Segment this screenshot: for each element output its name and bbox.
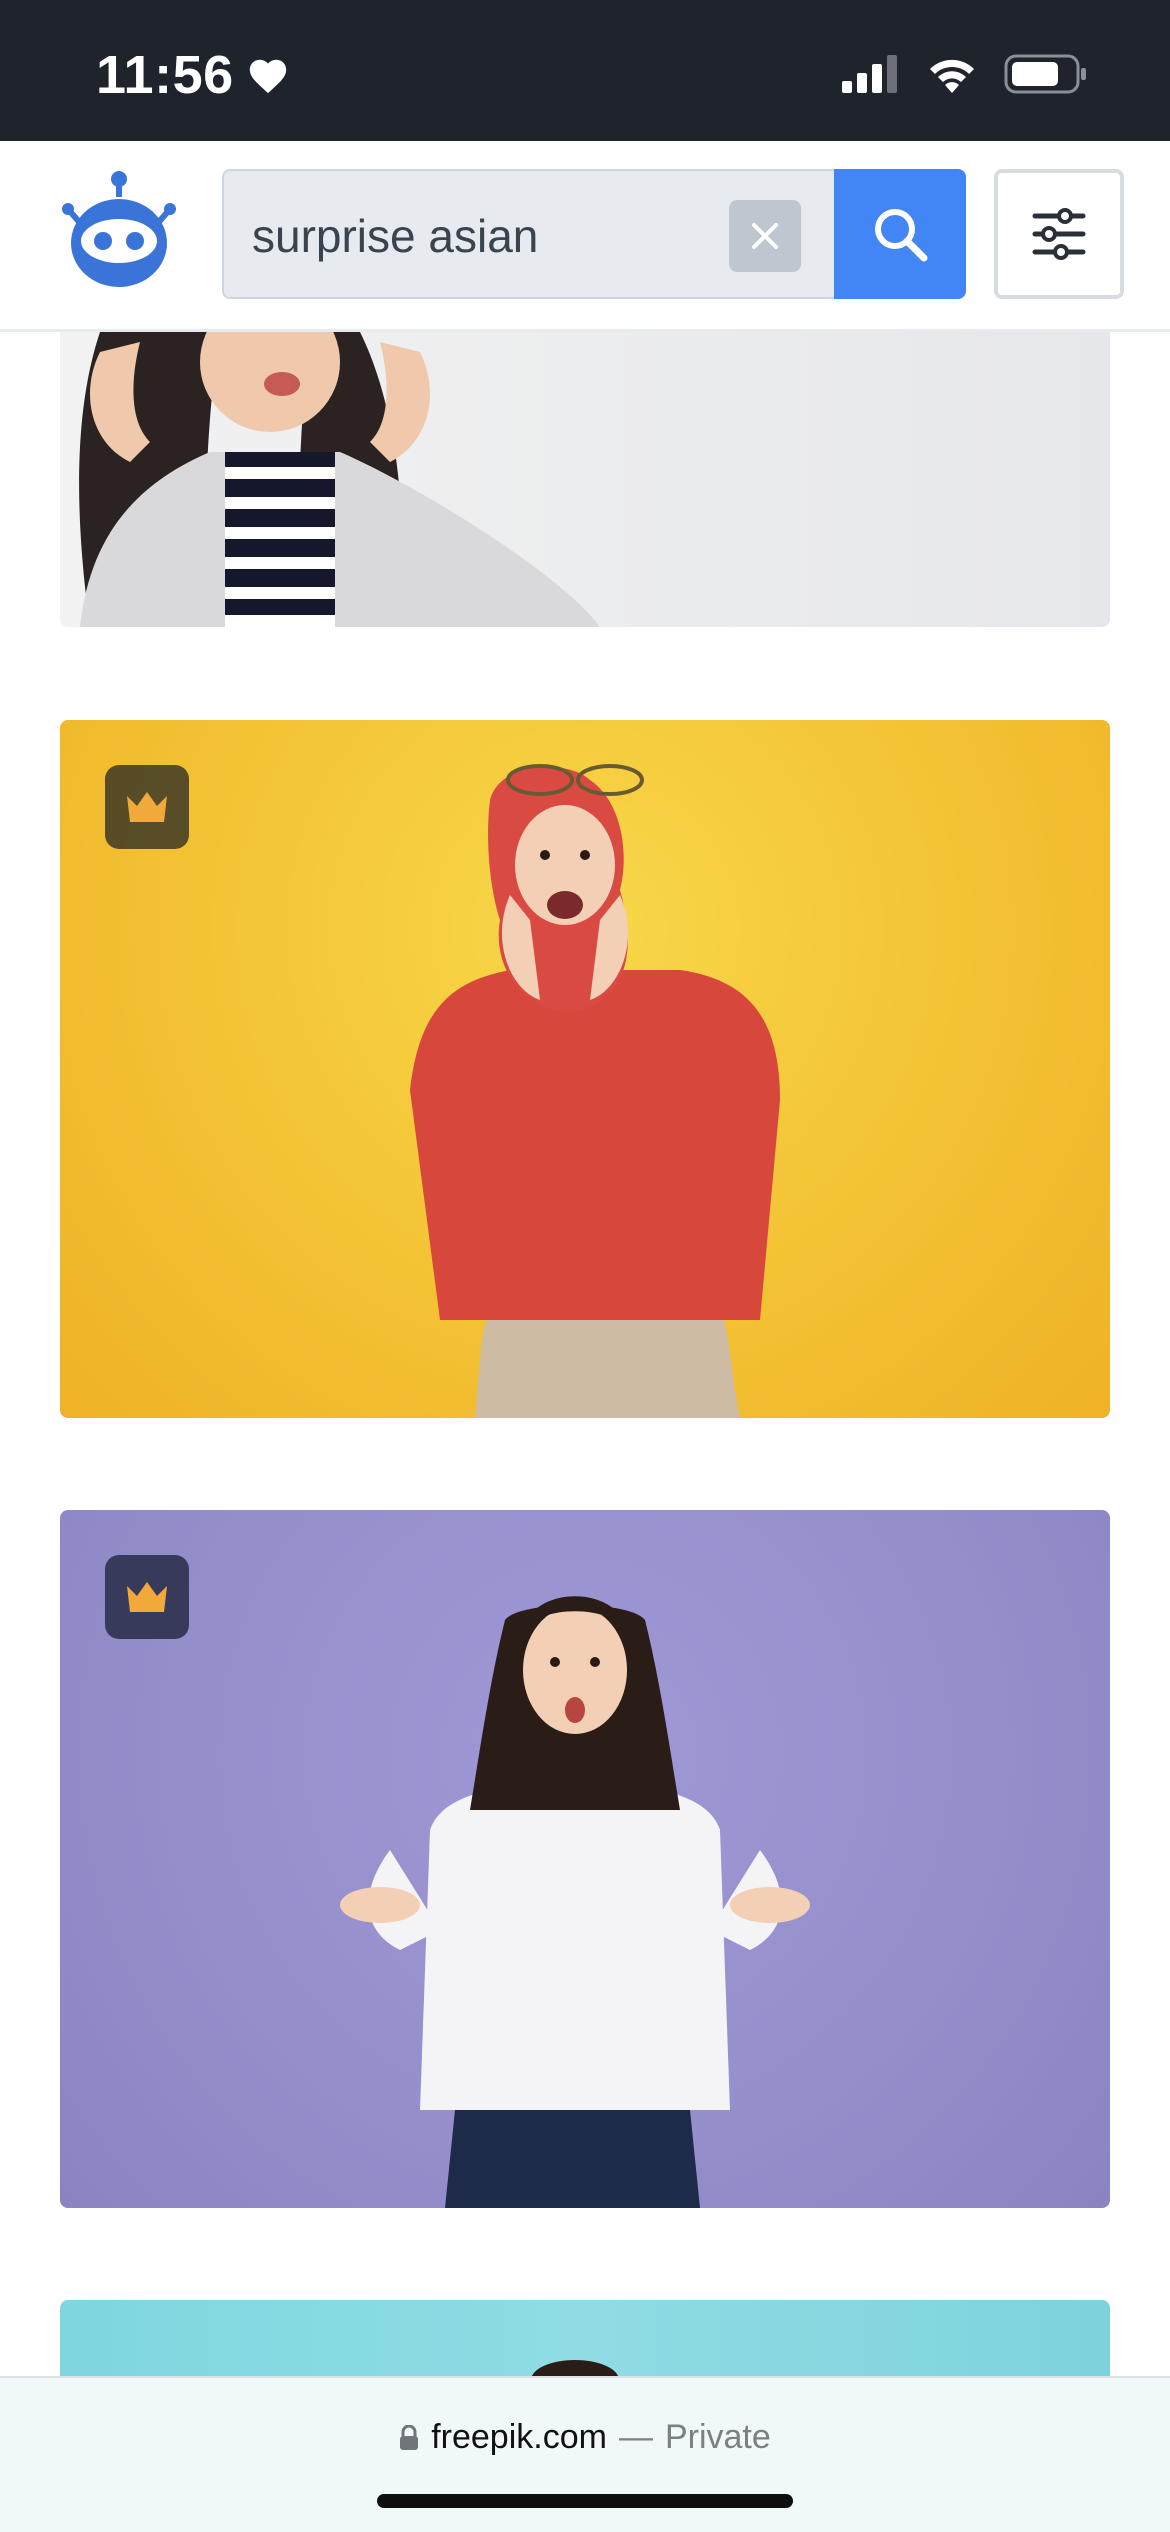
search-button[interactable]	[834, 169, 966, 299]
home-indicator[interactable]	[377, 2494, 793, 2508]
robot-logo-icon	[62, 171, 176, 287]
clear-search-button[interactable]	[729, 200, 801, 272]
status-icons	[842, 54, 1088, 94]
result-image-1[interactable]	[60, 332, 1110, 627]
battery-icon	[1004, 54, 1086, 94]
search-input[interactable]: surprise asian	[222, 169, 834, 299]
search-icon	[875, 209, 928, 262]
heart-icon	[249, 59, 286, 94]
result-image-3[interactable]	[60, 1510, 1110, 2208]
status-time: 11:56	[96, 44, 290, 106]
filters-button[interactable]	[994, 169, 1124, 299]
photo-woman-white-sweater-surprised	[340, 1596, 810, 2208]
photo-woman-hijab-surprised	[410, 764, 780, 1418]
signal-icon	[842, 55, 897, 93]
search-header: surprise asian	[0, 141, 1170, 332]
clock-time: 11:56	[96, 45, 234, 105]
freepik-logo[interactable]	[56, 167, 182, 293]
result-image-4[interactable]	[60, 2300, 1110, 2380]
sliders-icon	[1032, 208, 1086, 260]
photo-woman-glasses-striped-shirt	[79, 332, 600, 627]
lock-icon	[400, 2424, 419, 2450]
url-display[interactable]: freepik.com — Private	[0, 2418, 1170, 2457]
close-icon	[752, 223, 778, 249]
result-image-2[interactable]	[60, 720, 1110, 1418]
wifi-icon	[930, 59, 974, 93]
browser-address-bar[interactable]: freepik.com — Private	[0, 2376, 1170, 2532]
url-separator: —	[618, 2418, 653, 2456]
url-domain: freepik.com	[431, 2418, 607, 2456]
photo-teal-background	[531, 2360, 619, 2380]
status-bar: 11:56	[0, 0, 1170, 141]
private-mode-label: Private	[664, 2418, 771, 2456]
search-input-value: surprise asian	[252, 210, 539, 262]
